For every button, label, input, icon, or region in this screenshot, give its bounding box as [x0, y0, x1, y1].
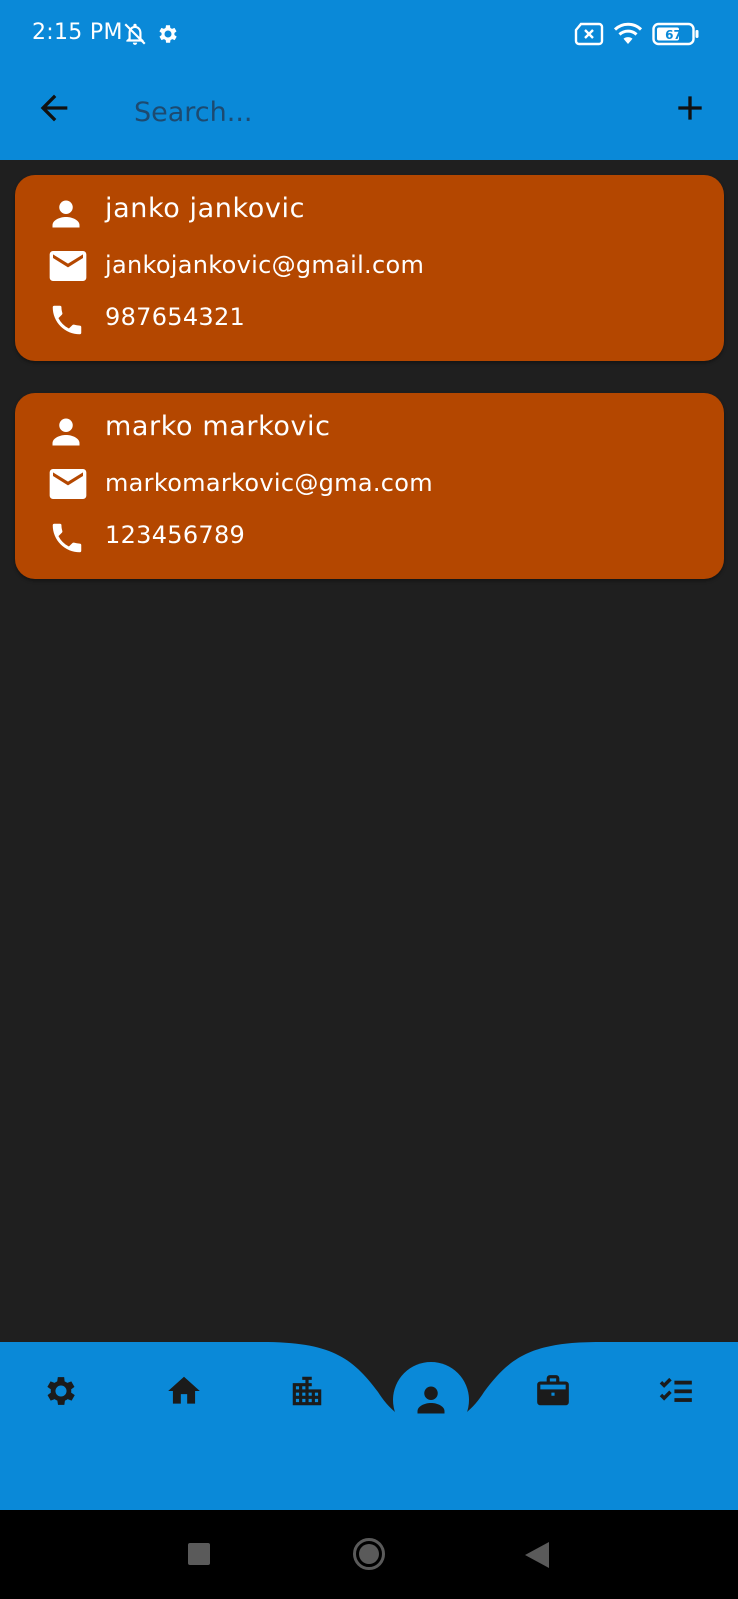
gear-icon [159, 25, 177, 43]
wifi-icon [613, 22, 643, 44]
circle-icon[interactable] [352, 1537, 386, 1571]
battery-icon: 67 [652, 22, 699, 46]
bell-off-icon [124, 23, 146, 45]
contact-phone-row: 123456789 [15, 512, 724, 560]
contact-email-row: markomarkovic@gma.com [15, 460, 724, 508]
nav-checklist-icon[interactable] [656, 1372, 696, 1410]
contact-phone-row: 987654321 [15, 294, 724, 342]
person-icon [52, 418, 80, 446]
contact-name-row: janko jankovic [15, 189, 724, 237]
nav-building-icon[interactable] [288, 1372, 326, 1410]
bottom-nav-background [0, 1342, 738, 1510]
battery-level: 67 [665, 28, 682, 42]
contact-name-row: marko markovic [15, 407, 724, 455]
square-icon[interactable] [188, 1543, 210, 1565]
contact-card[interactable]: marko markovic markomarkovic@gma.com 123… [15, 393, 724, 579]
nav-briefcase-icon[interactable] [533, 1372, 573, 1410]
nav-contacts-button[interactable] [393, 1362, 469, 1438]
contact-name: janko jankovic [105, 193, 306, 224]
no-sim-icon [574, 22, 604, 46]
email-icon [49, 469, 87, 499]
triangle-back-icon[interactable] [525, 1542, 549, 1568]
contact-email: jankojankovic@gmail.com [105, 251, 425, 279]
status-bar: 2:15 PM 67 [0, 0, 738, 66]
system-navigation-bar [0, 1510, 738, 1599]
contact-email: markomarkovic@gma.com [105, 469, 433, 497]
nav-home-icon[interactable] [165, 1372, 203, 1410]
phone-icon [52, 305, 82, 335]
contact-phone: 987654321 [105, 303, 246, 331]
contact-card[interactable]: janko jankovic jankojankovic@gmail.com 9… [15, 175, 724, 361]
phone-icon [52, 523, 82, 553]
app-bar [0, 66, 738, 160]
contact-name: marko markovic [105, 411, 331, 442]
search-input[interactable] [134, 86, 614, 138]
contacts-screen: 2:15 PM 67 Search... janko jankovic jank… [0, 0, 738, 1599]
nav-settings-icon[interactable] [42, 1372, 80, 1410]
person-icon [52, 200, 80, 228]
status-time: 2:15 PM [32, 20, 123, 45]
bottom-navigation [0, 1332, 738, 1510]
person-icon [417, 1386, 445, 1414]
arrow-left-icon[interactable] [34, 88, 74, 128]
contact-phone: 123456789 [105, 521, 246, 549]
email-icon [49, 251, 87, 281]
contact-email-row: jankojankovic@gmail.com [15, 242, 724, 290]
plus-icon[interactable] [670, 88, 710, 128]
